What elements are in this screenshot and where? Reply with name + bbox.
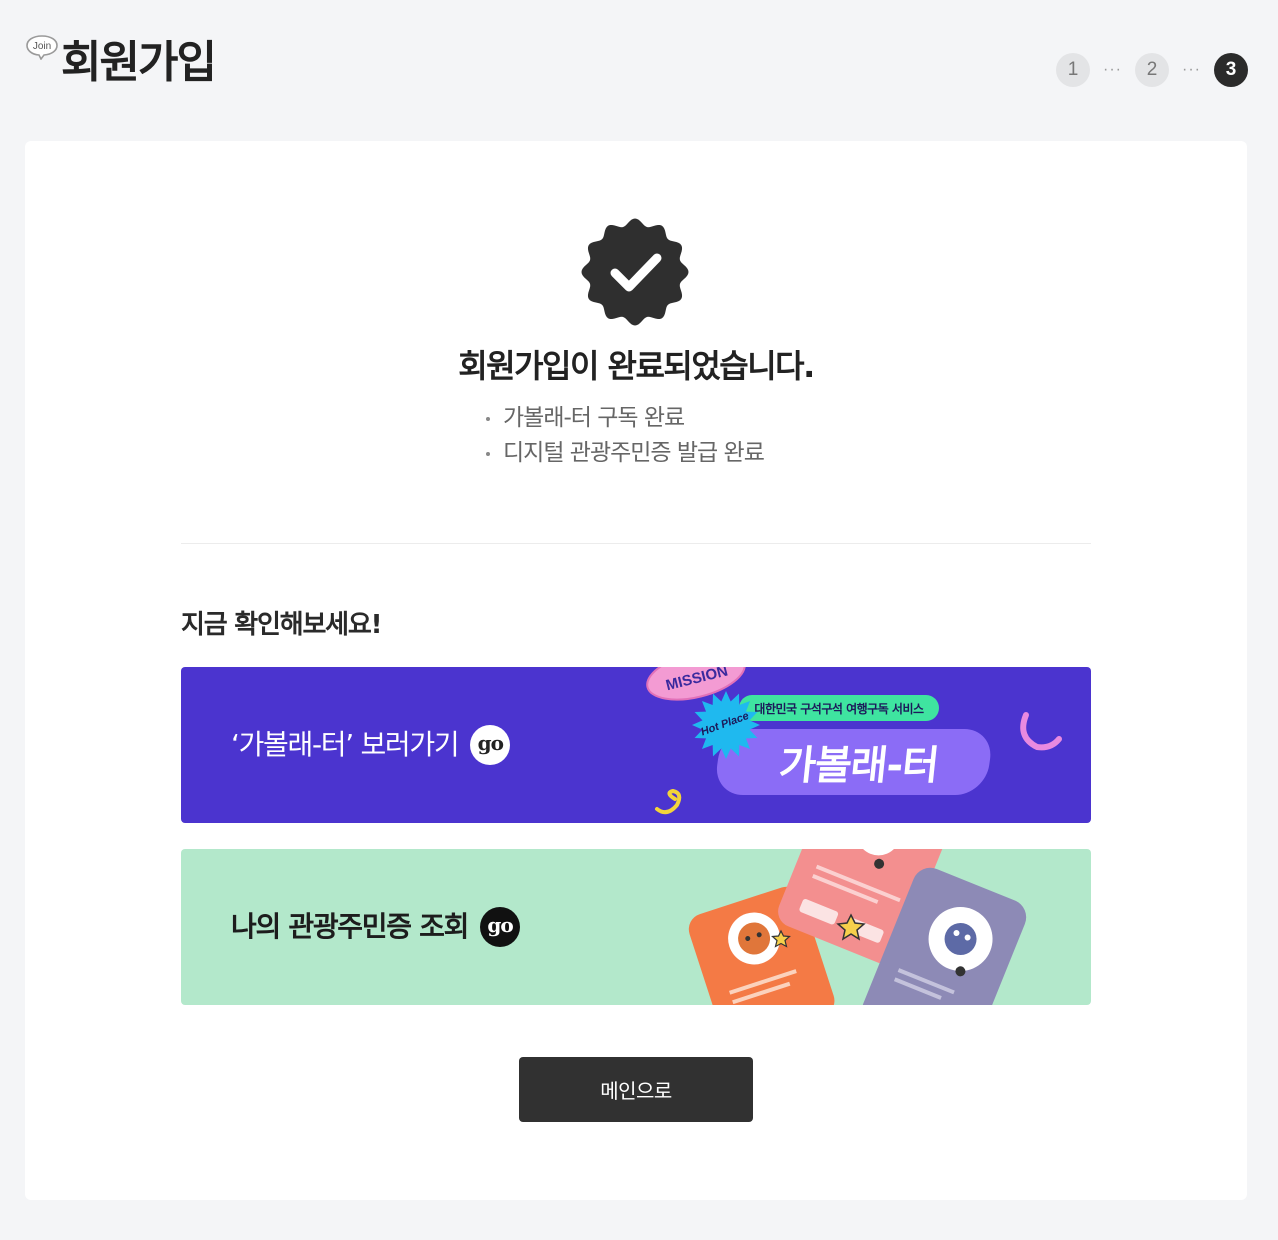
step-1: 1 xyxy=(1056,53,1090,87)
gabollae-banner-label: ‘가볼래-터’ 보러가기 go xyxy=(231,723,511,767)
list-item: 디지털 관광주민증 발급 완료 xyxy=(483,436,765,471)
go-main-button[interactable]: 메인으로 xyxy=(519,1057,753,1122)
complete-title: 회원가입이 완료되었습니다. xyxy=(458,347,815,385)
signup-complete-card: 회원가입이 완료되었습니다. 가볼래-터 구독 완료 디지털 관광주민증 발급 … xyxy=(25,141,1247,1200)
tourist-id-banner[interactable]: 나의 관광주민증 조회 go xyxy=(181,849,1091,1005)
go-icon: go xyxy=(480,907,521,947)
divider xyxy=(181,543,1091,544)
step-3: 3 xyxy=(1214,53,1248,87)
tagline-text: 대한민국 구석구석 여행구독 서비스 xyxy=(754,701,924,716)
page-header: Join 회원가입 1 ··· 2 ··· 3 xyxy=(0,0,1278,140)
gabollae-logo-text: 가볼래-터 xyxy=(777,743,941,789)
step-indicator: 1 ··· 2 ··· 3 xyxy=(1056,53,1248,87)
join-badge-text: Join xyxy=(33,41,51,52)
tourist-id-cards-illustration xyxy=(688,849,1027,1005)
tourist-id-banner-label: 나의 관광주민증 조회 go xyxy=(231,905,521,949)
list-item: 가볼래-터 구독 완료 xyxy=(483,401,764,436)
step-separator: ··· xyxy=(1182,61,1201,78)
page-title: 회원가입 xyxy=(61,37,217,88)
recommend-heading: 지금 확인해보세요! xyxy=(181,610,382,640)
banner-label-text: ‘가볼래-터’ 보러가기 xyxy=(231,728,460,761)
gabollae-banner[interactable]: ‘가볼래-터’ 보러가기 go MISSION 대한민국 구석구석 여행구독 서… xyxy=(181,667,1091,823)
banner-label-text: 나의 관광주민증 조회 xyxy=(231,910,469,943)
complete-list: 가볼래-터 구독 완료 디지털 관광주민증 발급 완료 xyxy=(483,401,765,471)
check-badge-icon xyxy=(581,218,689,326)
step-2: 2 xyxy=(1135,53,1169,87)
go-icon: go xyxy=(470,725,511,765)
step-separator: ··· xyxy=(1103,61,1122,78)
gabollae-illustration: MISSION 대한민국 구석구석 여행구독 서비스 가볼래-터 Hot Pla… xyxy=(646,667,1062,815)
join-bubble-icon: Join xyxy=(25,34,59,60)
